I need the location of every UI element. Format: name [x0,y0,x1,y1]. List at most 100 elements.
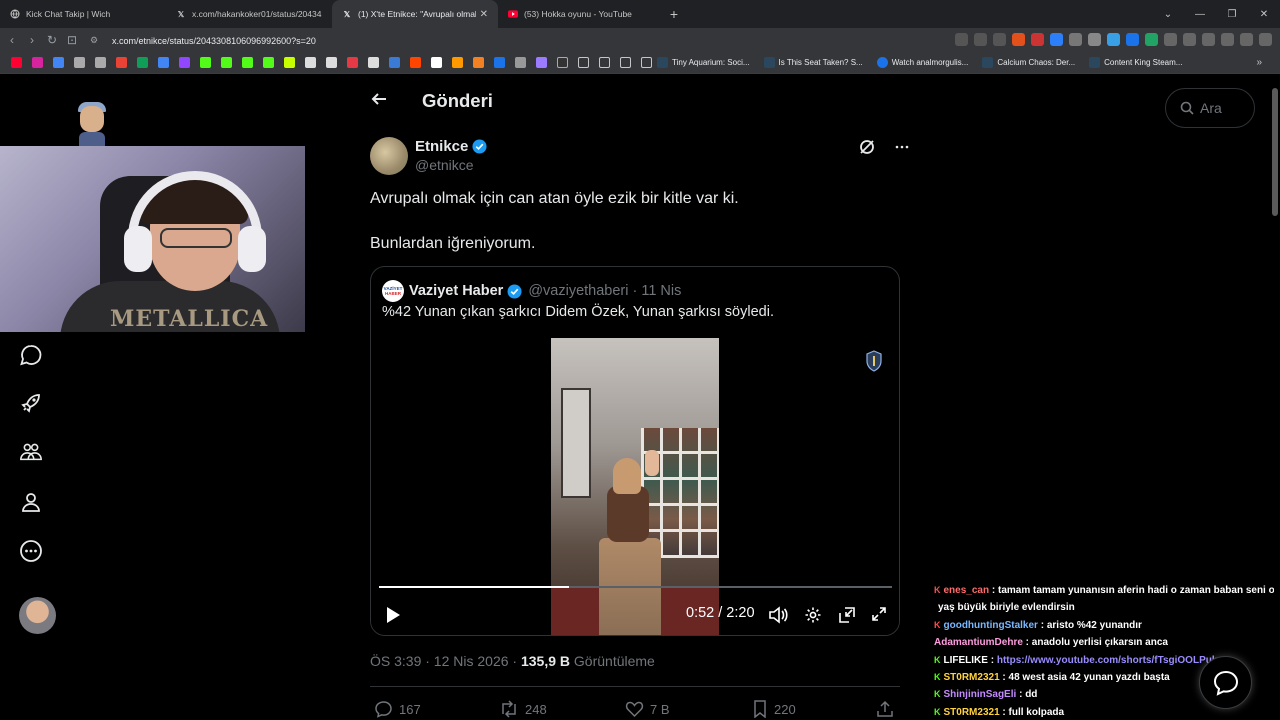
rocket-icon[interactable] [19,391,43,415]
post-timestamp[interactable]: ÖS 3:39 · 12 Nis 2026 · [370,653,521,669]
instagram-bookmark-icon[interactable] [32,57,43,68]
kick-bookmark-icon[interactable] [200,57,211,68]
drive-bookmark-icon[interactable] [137,57,148,68]
author-handle[interactable]: @etnikce [415,157,474,173]
bookmark-icon[interactable] [368,57,379,68]
extension-icon[interactable] [1050,33,1063,46]
scrollbar-thumb[interactable] [1272,88,1278,216]
cast-icon[interactable] [955,33,968,46]
extension-icon[interactable] [1069,33,1082,46]
folder-icon[interactable] [578,57,589,68]
bookmark-icon[interactable] [389,57,400,68]
bookmark-icon[interactable] [347,57,358,68]
bookmark-icon[interactable] [305,57,316,68]
close-tab-icon[interactable]: ✕ [480,9,488,20]
profile-icon[interactable] [1240,33,1253,46]
search-input[interactable]: Ara [1165,88,1255,128]
bookmark-icon[interactable] [284,57,295,68]
bookmark-icon[interactable] [95,57,106,68]
gmail-bookmark-icon[interactable] [116,57,127,68]
bookmark-icon[interactable] [326,57,337,68]
bookmark-icon[interactable] [473,57,484,68]
bookmark-icon[interactable] [536,57,547,68]
restore-icon[interactable]: ❐ [1216,9,1248,20]
kick-bookmark-icon[interactable] [221,57,232,68]
minimize-icon[interactable]: — [1184,9,1216,20]
back-arrow-icon[interactable] [370,90,390,113]
repost-button[interactable]: 248 [499,700,547,718]
folder-icon[interactable] [620,57,631,68]
reply-button[interactable]: 167 [374,700,421,718]
bookmark-link[interactable]: Watch analmorgulis... [876,57,968,68]
author-avatar[interactable] [370,137,408,175]
reload-icon[interactable]: ↻ [42,33,62,47]
grok-icon[interactable] [858,138,876,156]
more-icon[interactable] [894,139,910,155]
extension-icon[interactable] [1088,33,1101,46]
bookmark-icon[interactable] [431,57,442,68]
close-window-icon[interactable]: ✕ [1248,9,1280,20]
video-progress-bar[interactable] [379,586,892,588]
menu-icon[interactable] [1259,33,1272,46]
extension-icon[interactable] [1164,33,1177,46]
bookmark-icon[interactable] [158,57,169,68]
bookmark-icon[interactable] [53,57,64,68]
communities-icon[interactable] [19,440,43,464]
bookmark-button[interactable]: 220 [752,700,796,718]
sidebar-icon[interactable] [1202,33,1215,46]
reddit-bookmark-icon[interactable] [410,57,421,68]
more-bookmarks-button[interactable]: » [1256,57,1262,68]
like-button[interactable]: 7 B [625,700,670,718]
media-icon[interactable] [1221,33,1234,46]
fullscreen-icon[interactable] [871,606,887,622]
settings-gear-icon[interactable] [804,606,822,624]
play-icon[interactable] [385,606,401,624]
share-button[interactable] [876,700,900,718]
site-settings-icon[interactable]: ⚙ [90,35,102,46]
extension-icon[interactable] [1107,33,1120,46]
messages-icon[interactable] [19,343,43,367]
bookmark-icon[interactable] [515,57,526,68]
kick-bookmark-icon[interactable] [242,57,253,68]
picture-in-picture-icon[interactable] [838,606,856,624]
folder-icon[interactable] [599,57,610,68]
bookmark-icon[interactable] [557,57,568,68]
author-name-row[interactable]: Etnikce [415,138,487,155]
bookmark-icon[interactable] [74,57,85,68]
chat-link[interactable]: https://www.youtube.com/shorts/fTsgiOOLP… [997,655,1218,666]
messages-fab-button[interactable] [1199,656,1252,709]
share-icon[interactable] [993,33,1006,46]
browser-tab[interactable]: Kick Chat Takip | Wich [0,0,166,28]
more-options-icon[interactable] [19,539,43,563]
tab-search-icon[interactable]: ⌄ [1152,9,1184,20]
back-icon[interactable]: ‹ [2,33,22,47]
bookmark-link[interactable]: Calcium Chaos: Der... [982,57,1075,68]
bookmark-link[interactable]: Tiny Aquarium: Soci... [657,57,750,68]
amazon-bookmark-icon[interactable] [452,57,463,68]
extension-icon[interactable] [1126,33,1139,46]
zoom-icon[interactable] [974,33,987,46]
extension-icon[interactable] [1031,33,1044,46]
bookmark-link[interactable]: Content King Steam... [1089,57,1182,68]
extension-icon[interactable] [1145,33,1158,46]
youtube-bookmark-icon[interactable] [11,57,22,68]
browser-tab[interactable]: 𝕏 x.com/hakankoker01/status/2043424 [166,0,332,28]
bookmark-page-icon[interactable]: ⊡ [62,33,82,47]
new-tab-button[interactable]: + [664,6,684,22]
browser-tab-active[interactable]: 𝕏 (1) X'te Etnikce: "Avrupalı olmak ✕ [332,0,498,28]
browser-tab[interactable]: (53) Hokka oyunu - YouTube [498,0,664,28]
twitch-bookmark-icon[interactable] [179,57,190,68]
video-player[interactable]: 0:52 / 2:20 [371,338,899,635]
folder-icon[interactable] [641,57,652,68]
quoted-post[interactable]: VAZİYET HABER Vaziyet Haber @vaziyethabe… [370,266,900,636]
volume-icon[interactable] [768,606,788,624]
bookmark-link[interactable]: Is This Seat Taken? S... [763,57,863,68]
kick-bookmark-icon[interactable] [263,57,274,68]
bookmark-icon[interactable] [494,57,505,68]
url-field[interactable]: ⚙ x.com/etnikce/status/20433081060969926… [90,32,1040,49]
forward-icon[interactable]: › [22,33,42,47]
brave-shield-icon[interactable] [1012,33,1025,46]
account-avatar[interactable] [19,597,56,634]
profile-icon[interactable] [19,490,43,514]
puzzle-icon[interactable] [1183,33,1196,46]
